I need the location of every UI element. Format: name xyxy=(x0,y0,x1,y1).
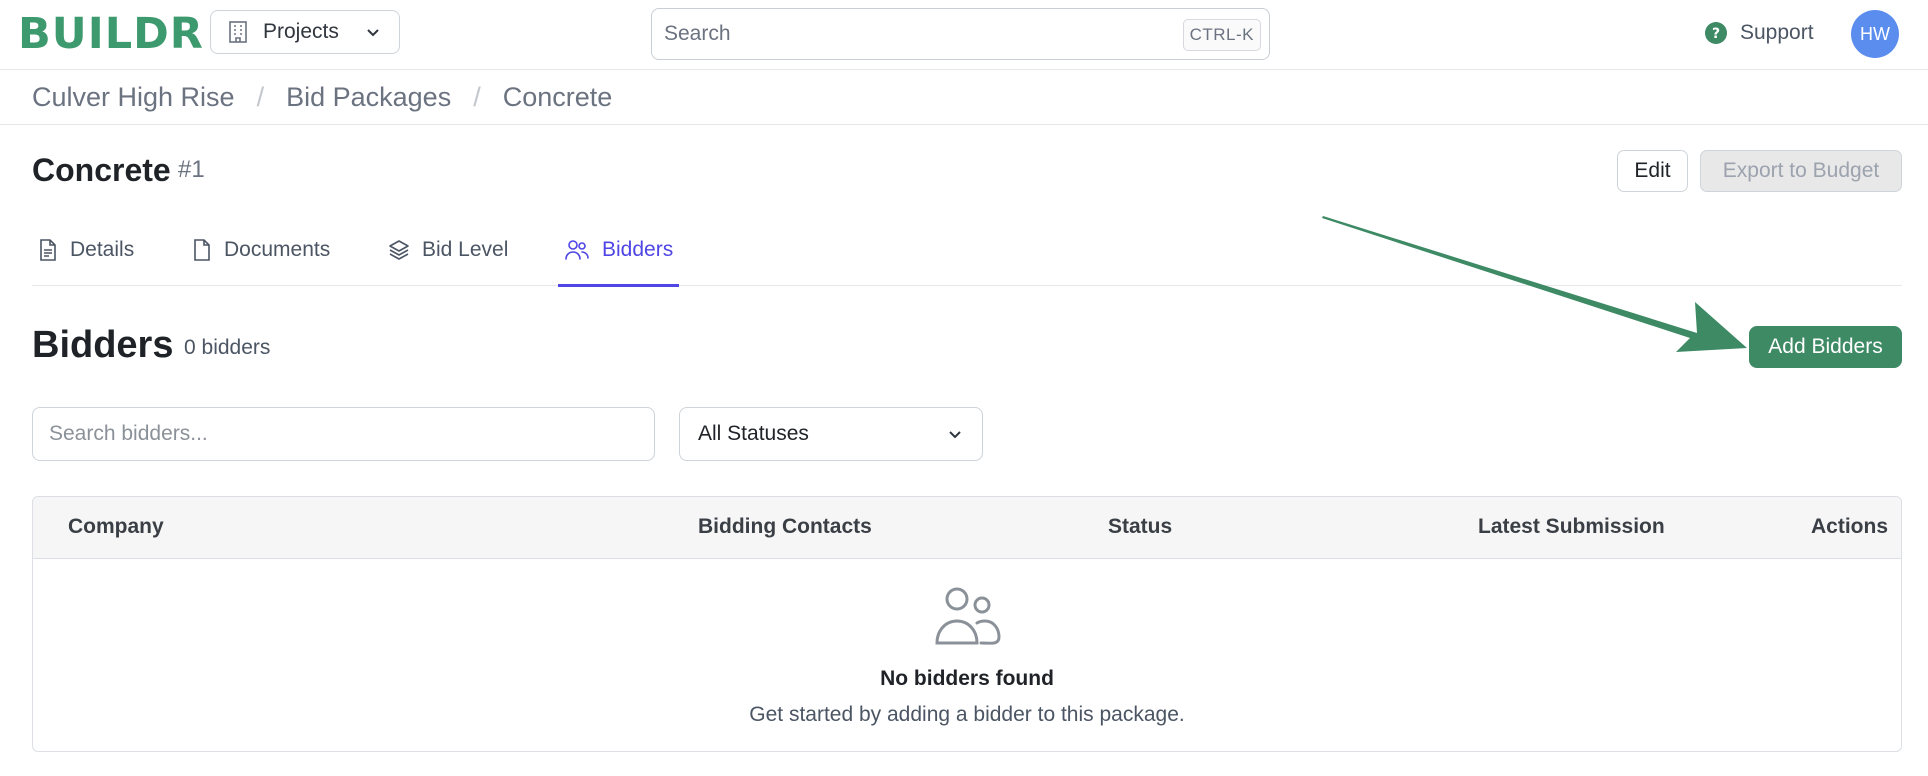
users-icon xyxy=(933,585,1003,649)
status-filter-value: All Statuses xyxy=(698,422,809,445)
chevron-down-icon xyxy=(946,425,964,443)
empty-state-subtitle: Get started by adding a bidder to this p… xyxy=(749,703,1185,726)
empty-state-title: No bidders found xyxy=(880,667,1054,690)
column-header-company[interactable]: Company xyxy=(68,515,164,539)
column-header-status[interactable]: Status xyxy=(1108,515,1172,539)
status-filter-select[interactable]: All Statuses xyxy=(679,407,983,461)
bidders-table: Company Bidding Contacts Status Latest S… xyxy=(32,496,1902,752)
column-header-bidding-contacts[interactable]: Bidding Contacts xyxy=(698,515,872,539)
search-bidders-input[interactable] xyxy=(32,407,655,461)
add-bidders-button[interactable]: Add Bidders xyxy=(1749,326,1902,368)
table-header: Company Bidding Contacts Status Latest S… xyxy=(33,497,1901,559)
column-header-latest-submission[interactable]: Latest Submission xyxy=(1478,515,1665,539)
column-header-actions: Actions xyxy=(1811,515,1889,538)
